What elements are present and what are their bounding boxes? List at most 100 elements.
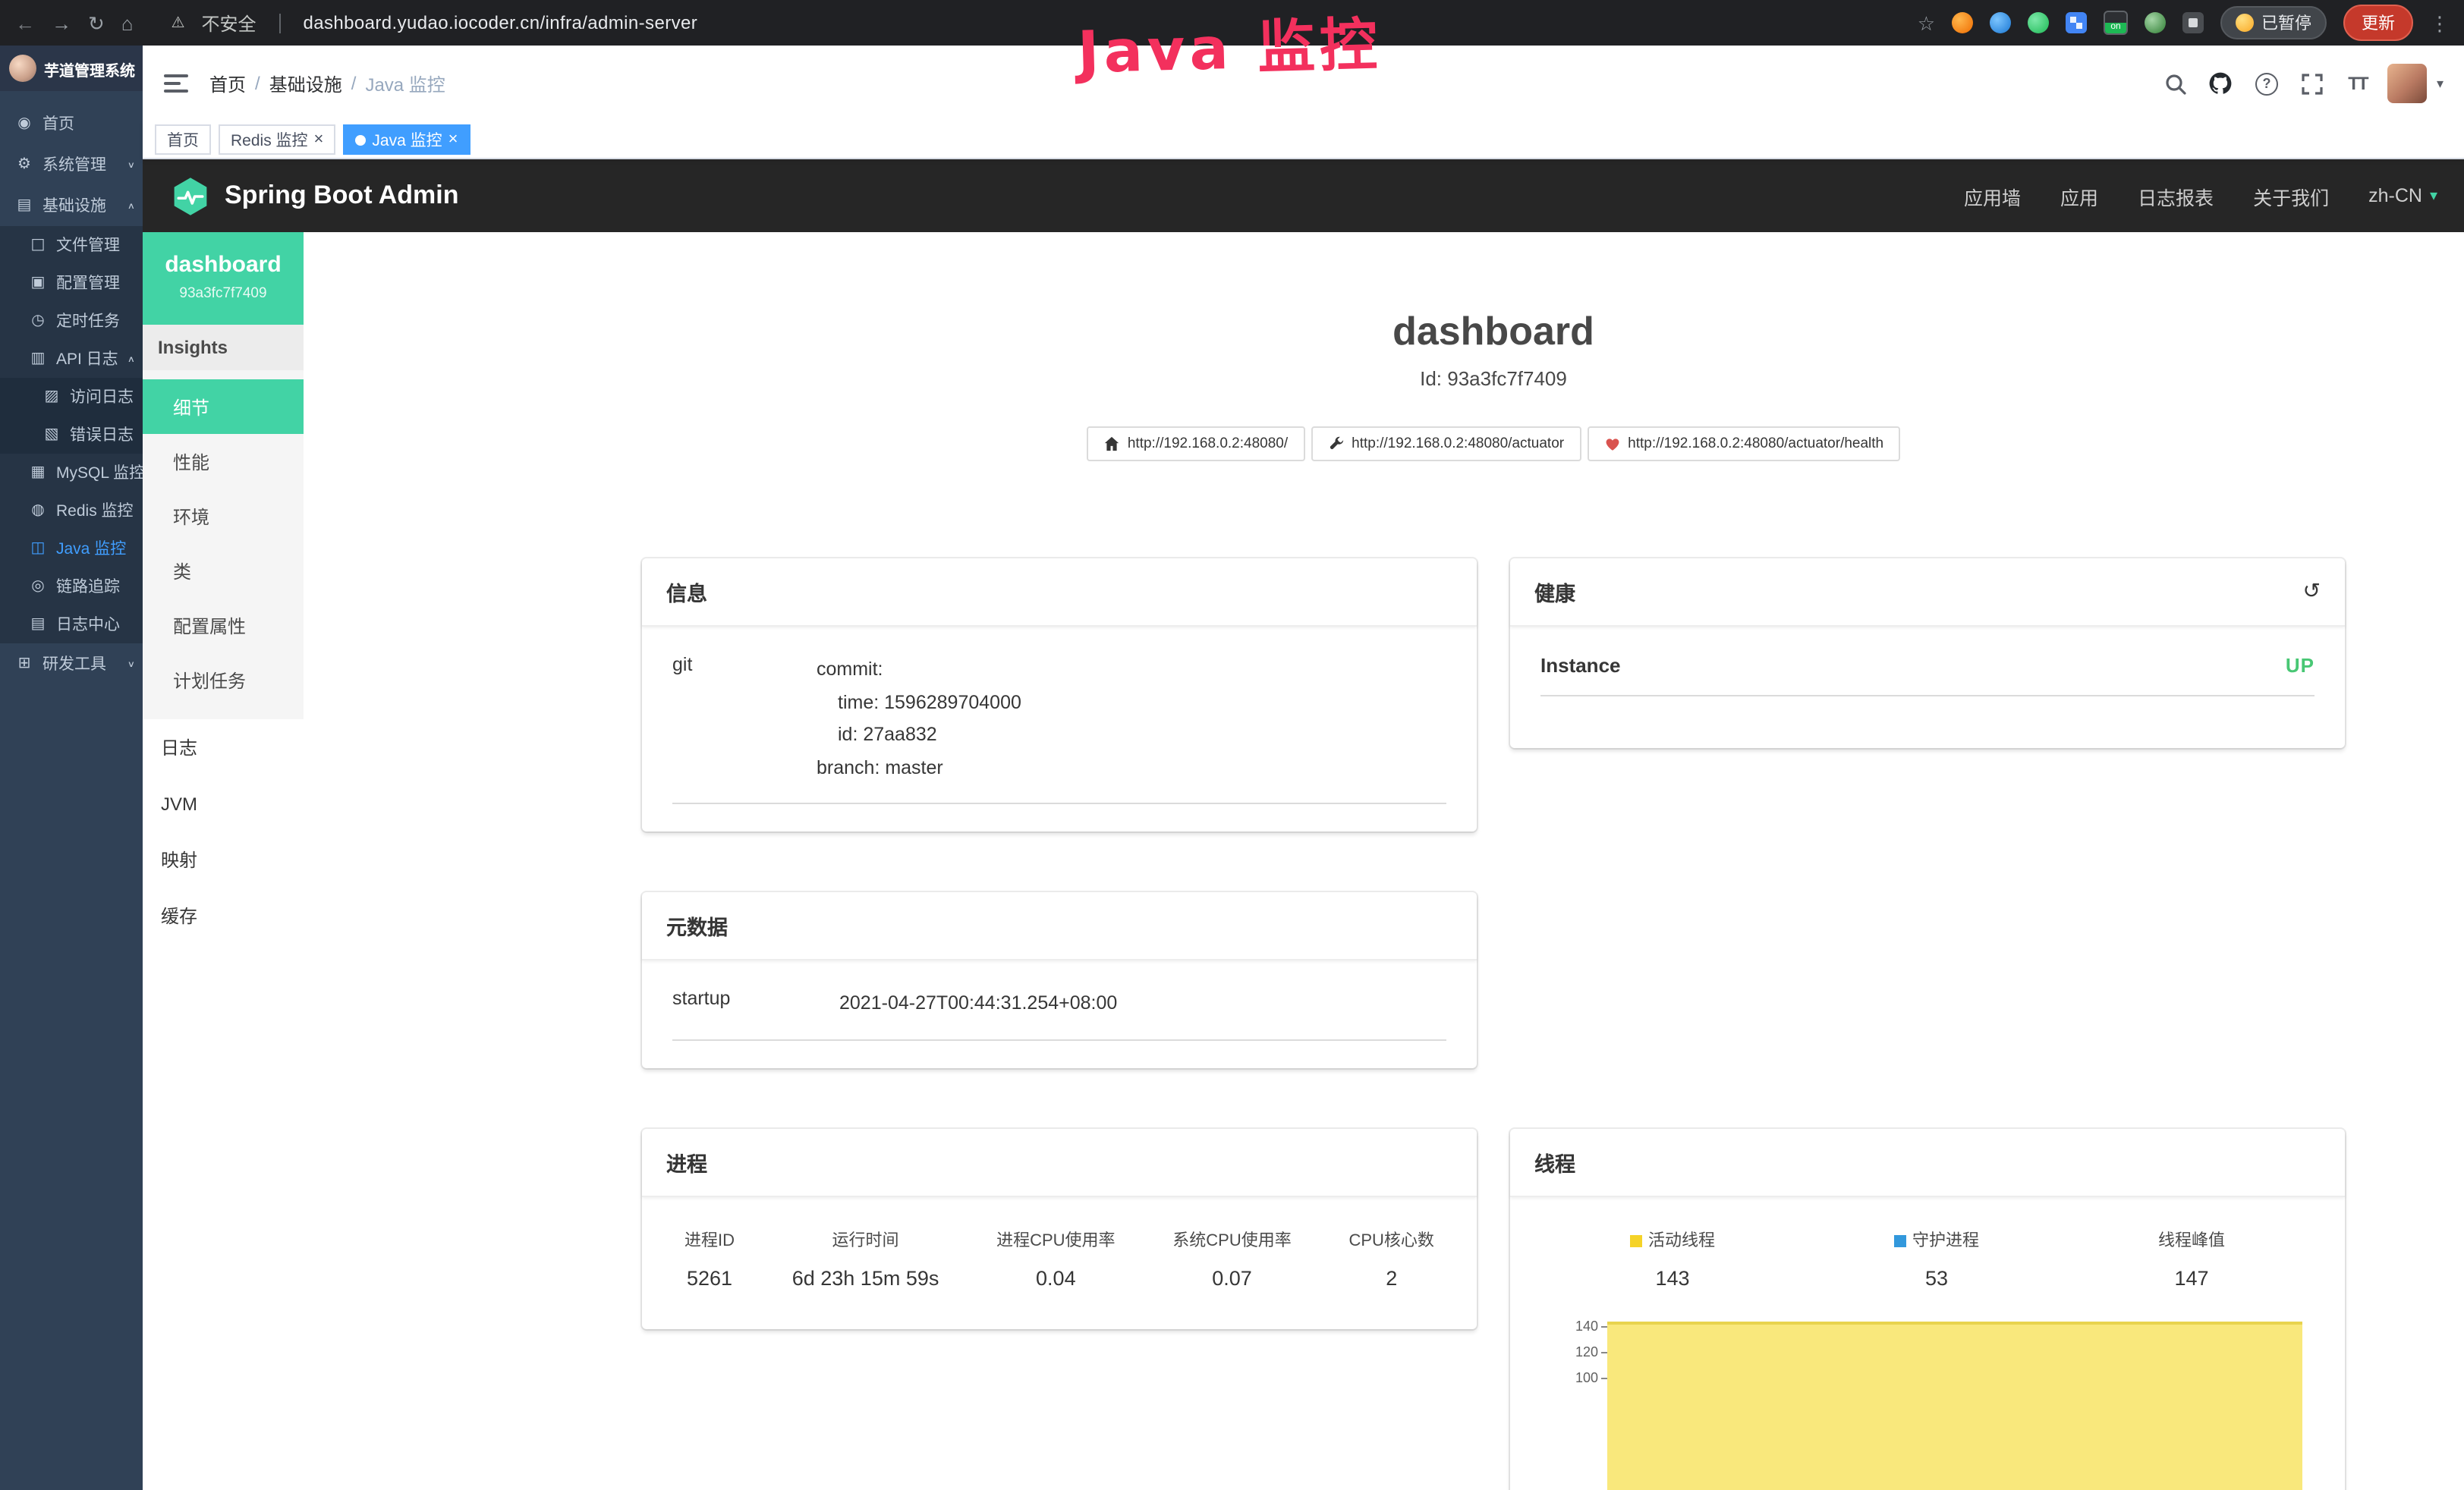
tab-java-monitor[interactable]: Java 监控 × bbox=[343, 124, 470, 155]
sidebar-item-java-monitor[interactable]: ◫ Java 监控 bbox=[0, 530, 143, 567]
sidebar-item-label: Redis 监控 bbox=[56, 499, 134, 522]
tab-home[interactable]: 首页 bbox=[155, 124, 211, 155]
history-icon[interactable]: ↺ bbox=[2303, 580, 2321, 604]
sidebar-item-error-log[interactable]: ▧ 错误日志 bbox=[0, 416, 143, 454]
sidebar-item-label: MySQL 监控 bbox=[56, 461, 143, 484]
sidebar-item-home[interactable]: ◉ 首页 bbox=[0, 103, 143, 144]
sba-item-caches[interactable]: 缓存 bbox=[143, 888, 304, 944]
access-log-icon: ▨ bbox=[42, 388, 61, 405]
main-column: 首页 / 基础设施 / Java 监控 ? bbox=[143, 46, 2464, 1490]
java-monitor-icon: ◫ bbox=[29, 540, 47, 557]
font-size-icon[interactable]: TT bbox=[2343, 68, 2373, 99]
hamburger-icon[interactable] bbox=[164, 73, 188, 94]
tags-view-bar: 首页 Redis 监控 × Java 监控 × bbox=[143, 121, 2464, 159]
sba-nav-journal[interactable]: 日志报表 bbox=[2138, 181, 2214, 210]
sba-item-logs[interactable]: 日志 bbox=[143, 719, 304, 775]
legend-live-threads: 活动线程 143 bbox=[1630, 1227, 1715, 1289]
sidebar-item-label: 研发工具 bbox=[42, 652, 106, 675]
extension-onoff-icon[interactable]: on bbox=[2104, 11, 2128, 35]
sidebar-item-api-log[interactable]: ▥ API 日志 ∧ bbox=[0, 340, 143, 378]
metadata-card: 元数据 startup 2021-04-27T00:44:31.254+08:0… bbox=[642, 892, 1477, 1067]
home-icon: ◉ bbox=[15, 115, 33, 132]
sba-nav-about[interactable]: 关于我们 bbox=[2253, 181, 2329, 210]
sidebar-item-label: 系统管理 bbox=[42, 153, 106, 176]
sba-item-environment[interactable]: 环境 bbox=[143, 489, 304, 543]
info-line: commit: bbox=[817, 654, 1446, 687]
sidebar-item-label: 配置管理 bbox=[56, 272, 120, 294]
tab-redis-monitor[interactable]: Redis 监控 × bbox=[219, 124, 335, 155]
sidebar-item-log-center[interactable]: ▤ 日志中心 bbox=[0, 605, 143, 643]
language-selector[interactable]: zh-CN ▾ bbox=[2368, 185, 2437, 206]
dev-tools-icon: ⊞ bbox=[15, 655, 33, 672]
app-header: 首页 / 基础设施 / Java 监控 ? bbox=[143, 46, 2464, 121]
avatar-caret-icon[interactable]: ▾ bbox=[2437, 75, 2444, 92]
sidebar-item-mysql-monitor[interactable]: ▦ MySQL 监控 bbox=[0, 454, 143, 492]
back-button[interactable]: ← bbox=[15, 13, 35, 33]
extension-orange-icon[interactable] bbox=[1952, 12, 1973, 33]
sba-item-jvm[interactable]: JVM bbox=[143, 775, 304, 831]
sba-item-metrics[interactable]: 性能 bbox=[143, 434, 304, 489]
sba-nav-applications[interactable]: 应用 bbox=[2060, 181, 2098, 210]
sidebar-item-config-manage[interactable]: ▣ 配置管理 bbox=[0, 264, 143, 302]
tab-label: 首页 bbox=[167, 128, 199, 151]
sidebar-item-dev-tools[interactable]: ⊞ 研发工具 ∨ bbox=[0, 643, 143, 684]
tab-label: Redis 监控 bbox=[231, 128, 308, 151]
app-logo[interactable]: 芋道管理系统 bbox=[0, 46, 143, 91]
close-icon[interactable]: × bbox=[314, 131, 324, 148]
sba-item-mappings[interactable]: 映射 bbox=[143, 831, 304, 888]
update-button[interactable]: 更新 bbox=[2343, 5, 2413, 41]
sba-item-details[interactable]: 细节 bbox=[143, 379, 304, 434]
config-icon: ▣ bbox=[29, 275, 47, 291]
extension-leaf-icon[interactable] bbox=[2145, 12, 2166, 33]
bookmark-star-icon[interactable]: ☆ bbox=[1918, 13, 1935, 33]
legend-blue-square bbox=[1894, 1234, 1906, 1246]
browser-menu-icon[interactable]: ⋮ bbox=[2430, 13, 2450, 33]
api-log-icon: ▥ bbox=[29, 350, 47, 367]
sidebar-item-file-manage[interactable]: □ 文件管理 bbox=[0, 226, 143, 264]
sba-nav: 应用墙 应用 日志报表 关于我们 zh-CN ▾ bbox=[1964, 181, 2437, 210]
address-bar[interactable]: dashboard.yudao.iocoder.cn/infra/admin-s… bbox=[304, 12, 698, 33]
sba-logo-icon bbox=[170, 175, 211, 216]
service-url-link[interactable]: http://192.168.0.2:48080/ bbox=[1087, 426, 1304, 461]
reload-button[interactable]: ↻ bbox=[88, 13, 105, 33]
extension-grid-icon[interactable] bbox=[2066, 12, 2087, 33]
actuator-url-link[interactable]: http://192.168.0.2:48080/actuator bbox=[1311, 426, 1581, 461]
user-avatar[interactable] bbox=[2388, 64, 2428, 103]
security-label[interactable]: 不安全 bbox=[201, 10, 256, 36]
sba-brand-title[interactable]: Spring Boot Admin bbox=[225, 181, 459, 211]
sidebar-item-infra[interactable]: ▤ 基础设施 ∧ bbox=[0, 185, 143, 226]
close-icon[interactable]: × bbox=[448, 131, 458, 148]
breadcrumb: 首页 / 基础设施 / Java 监控 bbox=[209, 71, 445, 96]
sba-item-scheduledtasks[interactable]: 计划任务 bbox=[143, 652, 304, 707]
legend-value: 147 bbox=[2158, 1266, 2225, 1289]
health-url-link[interactable]: http://192.168.0.2:48080/actuator/health bbox=[1587, 426, 1900, 461]
search-icon[interactable] bbox=[2160, 68, 2191, 99]
card-title: 线程 bbox=[1510, 1128, 2345, 1196]
breadcrumb-infra[interactable]: 基础设施 bbox=[269, 71, 342, 96]
extension-green-icon[interactable] bbox=[2028, 12, 2049, 33]
forward-button[interactable]: → bbox=[52, 13, 71, 33]
sba-item-configprops[interactable]: 配置属性 bbox=[143, 598, 304, 652]
paused-badge[interactable]: 已暂停 bbox=[2220, 6, 2327, 39]
sidebar-item-redis-monitor[interactable]: ◍ Redis 监控 bbox=[0, 492, 143, 530]
breadcrumb-home[interactable]: 首页 bbox=[209, 71, 246, 96]
sidebar-item-system[interactable]: ⚙ 系统管理 ∨ bbox=[0, 144, 143, 185]
browser-home-button[interactable]: ⌂ bbox=[121, 13, 134, 33]
home-icon bbox=[1103, 435, 1120, 452]
sidebar-item-trace[interactable]: ◎ 链路追踪 bbox=[0, 567, 143, 605]
help-icon[interactable]: ? bbox=[2252, 68, 2282, 99]
sidebar-item-access-log[interactable]: ▨ 访问日志 bbox=[0, 378, 143, 416]
sba-nav-wallboard[interactable]: 应用墙 bbox=[1964, 181, 2021, 210]
sba-item-classes[interactable]: 类 bbox=[143, 543, 304, 598]
extension-puzzle-icon[interactable] bbox=[2182, 12, 2204, 33]
metric-value: 0.07 bbox=[1172, 1266, 1291, 1289]
page-title: dashboard bbox=[642, 232, 2345, 355]
extension-drop-icon[interactable] bbox=[1990, 12, 2011, 33]
info-line: time: 1596289704000 bbox=[817, 687, 1446, 719]
card-body: startup 2021-04-27T00:44:31.254+08:00 bbox=[642, 960, 1477, 1067]
sidebar-item-scheduled-jobs[interactable]: ◷ 定时任务 bbox=[0, 302, 143, 340]
github-icon[interactable] bbox=[2206, 68, 2236, 99]
card-body: Instance UP bbox=[1510, 627, 2345, 748]
threads-chart: 140 120 100 bbox=[1540, 1313, 2315, 1490]
fullscreen-icon[interactable] bbox=[2297, 68, 2327, 99]
